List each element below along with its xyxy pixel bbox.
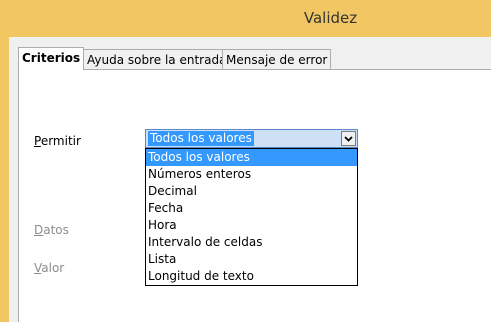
title-bar: Validez xyxy=(0,0,491,37)
permitir-label: Permitir xyxy=(34,134,81,148)
option-intervalo-de-celdas[interactable]: Intervalo de celdas xyxy=(146,234,357,251)
tab-mensaje-error[interactable]: Mensaje de error xyxy=(222,49,332,69)
tab-criterios[interactable]: Criterios xyxy=(18,47,85,70)
permitir-selected-value: Todos los valores xyxy=(148,131,254,146)
valor-label: Valor xyxy=(34,261,64,275)
option-lista[interactable]: Lista xyxy=(146,251,357,268)
tab-panel-criterios: Permitir Datos Valor Todos los valores T… xyxy=(18,69,491,322)
tab-ayuda-entrada[interactable]: Ayuda sobre la entrada xyxy=(83,49,231,69)
option-fecha[interactable]: Fecha xyxy=(146,200,357,217)
datos-text: atos xyxy=(43,223,69,237)
dialog-body: Criterios Ayuda sobre la entrada Mensaje… xyxy=(9,37,491,322)
window-border xyxy=(0,37,9,322)
permitir-accel: P xyxy=(34,134,41,148)
datos-accel: D xyxy=(34,223,44,237)
permitir-select[interactable]: Todos los valores xyxy=(145,129,358,148)
dropdown-arrow-button[interactable] xyxy=(341,131,356,146)
valor-text: alor xyxy=(41,261,65,275)
permitir-text: ermitir xyxy=(40,134,81,148)
option-todos-los-valores[interactable]: Todos los valores xyxy=(146,149,357,166)
permitir-dropdown-list: Todos los valores Números enteros Decima… xyxy=(145,148,358,286)
chevron-down-icon xyxy=(344,135,353,142)
option-decimal[interactable]: Decimal xyxy=(146,183,357,200)
option-numeros-enteros[interactable]: Números enteros xyxy=(146,166,357,183)
option-longitud-de-texto[interactable]: Longitud de texto xyxy=(146,268,357,285)
datos-label: Datos xyxy=(34,223,69,237)
window-title: Validez xyxy=(303,9,358,27)
option-hora[interactable]: Hora xyxy=(146,217,357,234)
